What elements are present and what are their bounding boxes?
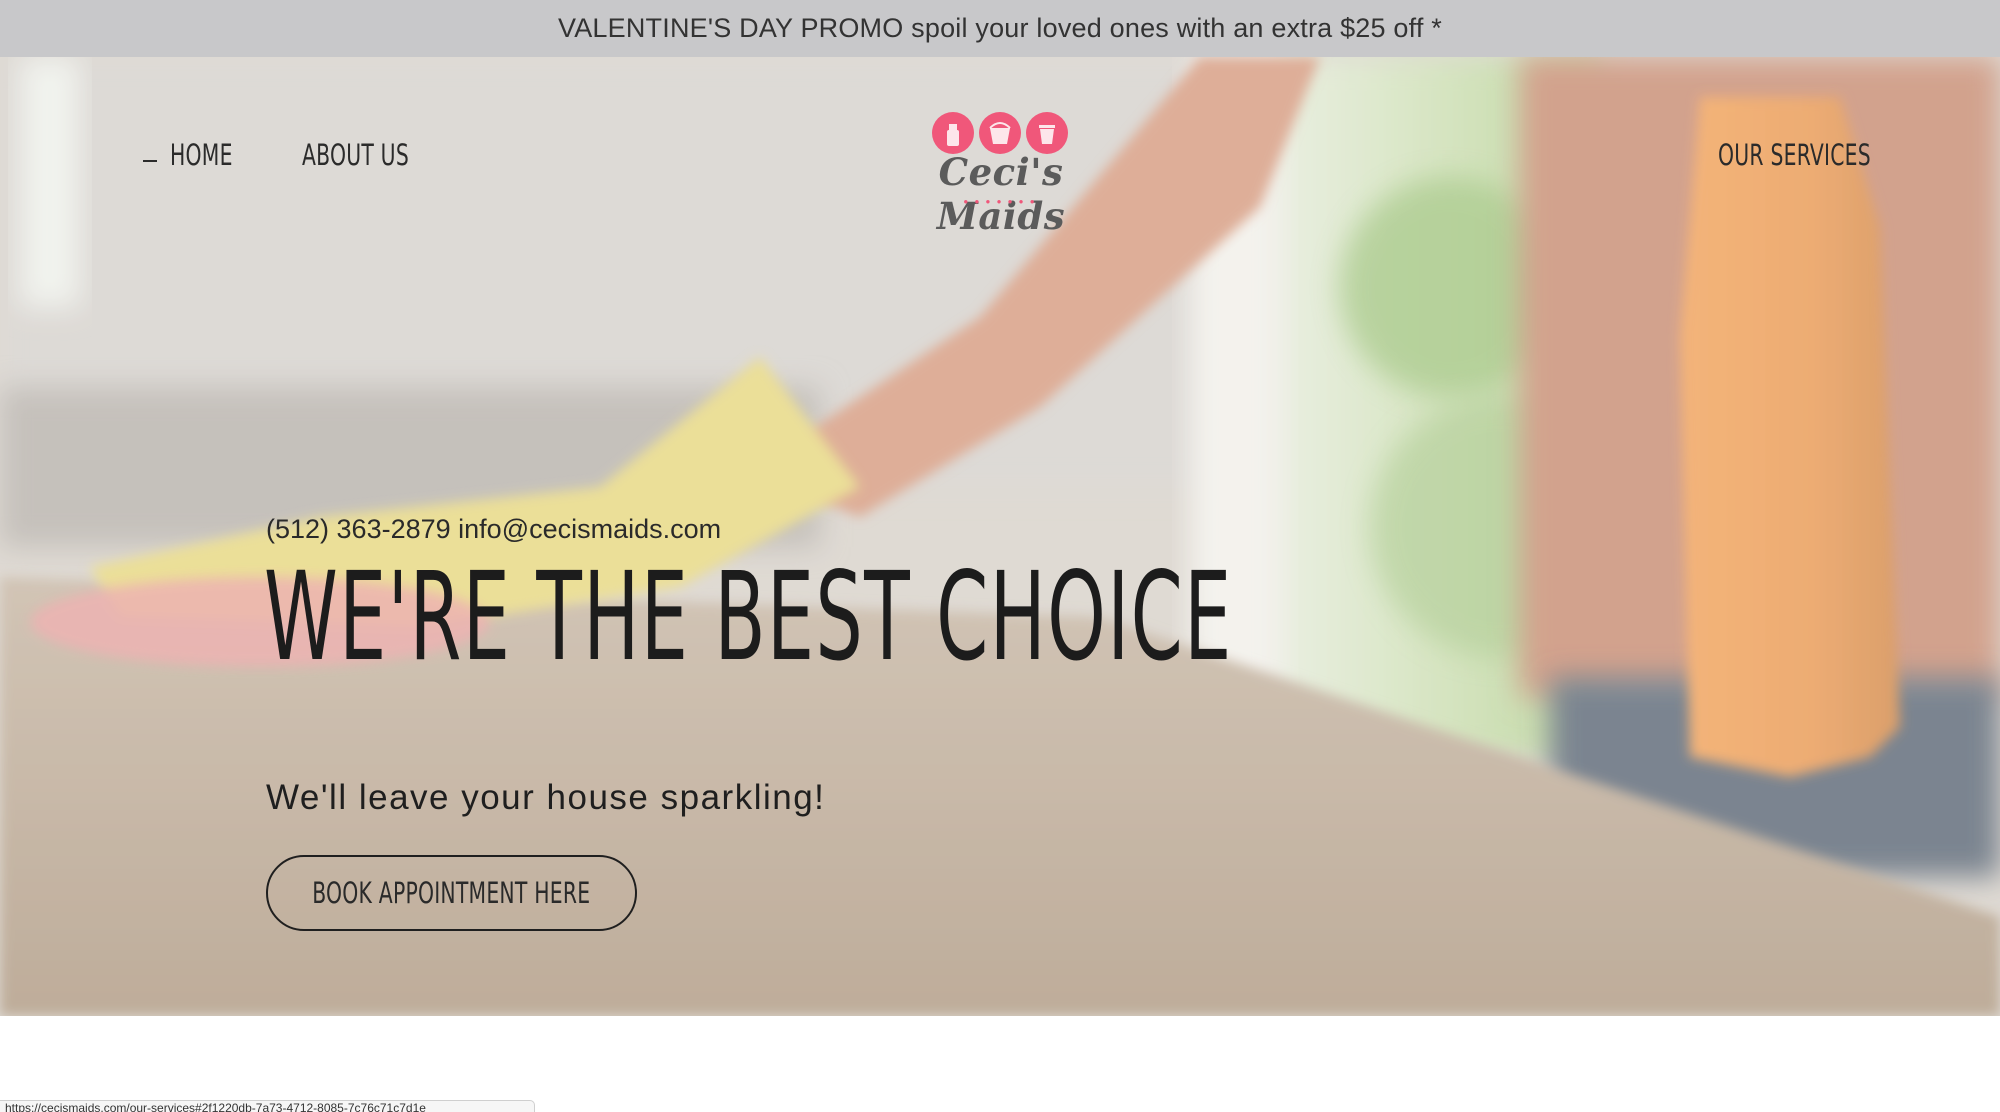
hero-subheadline: We'll leave your house sparkling! bbox=[266, 778, 826, 817]
hero-section: HOME ABOUT US OUR SERVICES Ceci's Maids … bbox=[0, 57, 2000, 1016]
contact-info: (512) 363-2879 info@cecismaids.com bbox=[266, 514, 721, 545]
nav-about-us[interactable]: ABOUT US bbox=[302, 138, 409, 172]
nav-home[interactable]: HOME bbox=[170, 138, 233, 172]
logo[interactable]: Ceci's Maids ● ● ● ● ● ● ● bbox=[890, 106, 1110, 238]
book-appointment-label: BOOK APPOINTMENT HERE bbox=[312, 876, 591, 910]
active-indicator bbox=[143, 160, 157, 162]
bucket-icon bbox=[979, 112, 1021, 154]
email-link[interactable]: info@cecismaids.com bbox=[458, 514, 721, 544]
trash-bin-icon bbox=[1026, 112, 1068, 154]
hero-headline: WE'RE THE BEST CHOICE bbox=[264, 546, 1233, 688]
book-appointment-button[interactable]: BOOK APPOINTMENT HERE bbox=[266, 855, 637, 931]
phone-link[interactable]: (512) 363-2879 bbox=[266, 514, 451, 544]
link-preview-status-bar: https://cecismaids.com/our-services#2f12… bbox=[0, 1100, 535, 1112]
spray-bottle-icon bbox=[932, 112, 974, 154]
promo-text: VALENTINE'S DAY PROMO spoil your loved o… bbox=[558, 13, 1442, 43]
promo-banner[interactable]: VALENTINE'S DAY PROMO spoil your loved o… bbox=[0, 0, 2000, 57]
nav-our-services[interactable]: OUR SERVICES bbox=[1718, 138, 1871, 172]
logo-wordmark: Ceci's Maids bbox=[936, 150, 1066, 238]
logo-tagline-mark: ● ● ● ● ● ● ● bbox=[963, 197, 1037, 206]
